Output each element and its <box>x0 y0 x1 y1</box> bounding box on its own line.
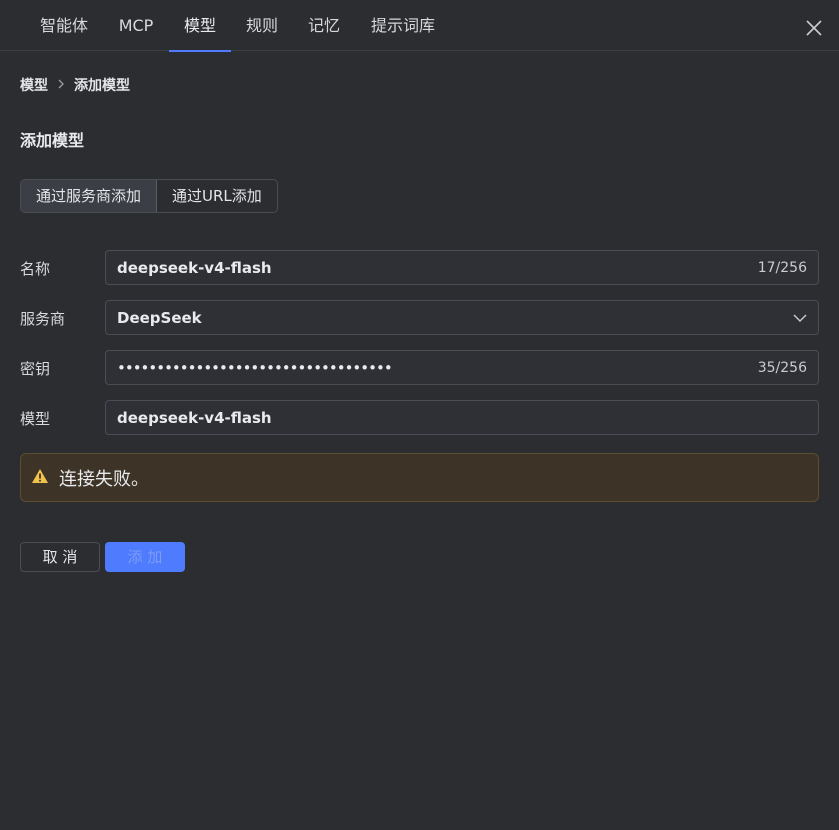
close-icon[interactable] <box>805 19 823 37</box>
chevron-right-icon <box>56 77 66 93</box>
name-value: deepseek-v4-flash <box>117 258 272 277</box>
error-alert: 连接失败。 <box>20 453 819 502</box>
name-field[interactable]: deepseek-v4-flash 17/256 <box>105 250 819 285</box>
tab-rules[interactable]: 规则 <box>231 0 293 51</box>
name-label: 名称 <box>20 260 51 278</box>
tab-label: 模型 <box>183 16 216 35</box>
breadcrumb-root[interactable]: 模型 <box>20 75 48 95</box>
tab-label: 记忆 <box>307 16 340 35</box>
provider-label: 服务商 <box>20 310 66 328</box>
tab-agents[interactable]: 智能体 <box>24 0 104 51</box>
active-tab-indicator <box>169 50 231 52</box>
add-mode-switch: 通过服务商添加 通过URL添加 <box>20 179 278 213</box>
page-title: 添加模型 <box>20 131 85 150</box>
breadcrumb: 模型 添加模型 <box>20 75 130 95</box>
tab-label: 规则 <box>245 16 278 35</box>
cancel-button[interactable]: 取 消 <box>20 542 100 572</box>
api-key-value: ••••••••••••••••••••••••••••••••••• <box>117 358 393 377</box>
breadcrumb-current: 添加模型 <box>74 78 130 94</box>
provider-value: DeepSeek <box>117 308 202 327</box>
tab-label: 提示词库 <box>370 16 435 35</box>
tab-models[interactable]: 模型 <box>169 0 231 52</box>
model-field[interactable]: deepseek-v4-flash <box>105 400 819 435</box>
warning-icon <box>31 468 49 488</box>
add-button[interactable]: 添 加 <box>105 542 185 572</box>
provider-select[interactable]: DeepSeek <box>105 300 819 335</box>
tab-memory[interactable]: 记忆 <box>293 0 355 51</box>
api-key-char-count: 35/256 <box>757 359 807 376</box>
name-char-count: 17/256 <box>757 259 807 276</box>
model-label: 模型 <box>20 410 51 428</box>
alert-message: 连接失败。 <box>59 468 149 490</box>
api-key-field[interactable]: ••••••••••••••••••••••••••••••••••• 35/2… <box>105 350 819 385</box>
add-via-url-button[interactable]: 通过URL添加 <box>157 180 277 212</box>
model-value: deepseek-v4-flash <box>117 408 272 427</box>
add-via-provider-button[interactable]: 通过服务商添加 <box>21 180 158 212</box>
tab-label: MCP <box>118 16 154 35</box>
tab-mcp[interactable]: MCP <box>104 0 168 51</box>
key-label: 密钥 <box>20 360 51 378</box>
tab-label: 智能体 <box>39 16 88 35</box>
tab-prompt-library[interactable]: 提示词库 <box>355 0 451 51</box>
top-tab-bar: 智能体 MCP 模型 规则 记忆 提示词库 <box>0 0 839 52</box>
chevron-down-icon <box>793 311 807 325</box>
